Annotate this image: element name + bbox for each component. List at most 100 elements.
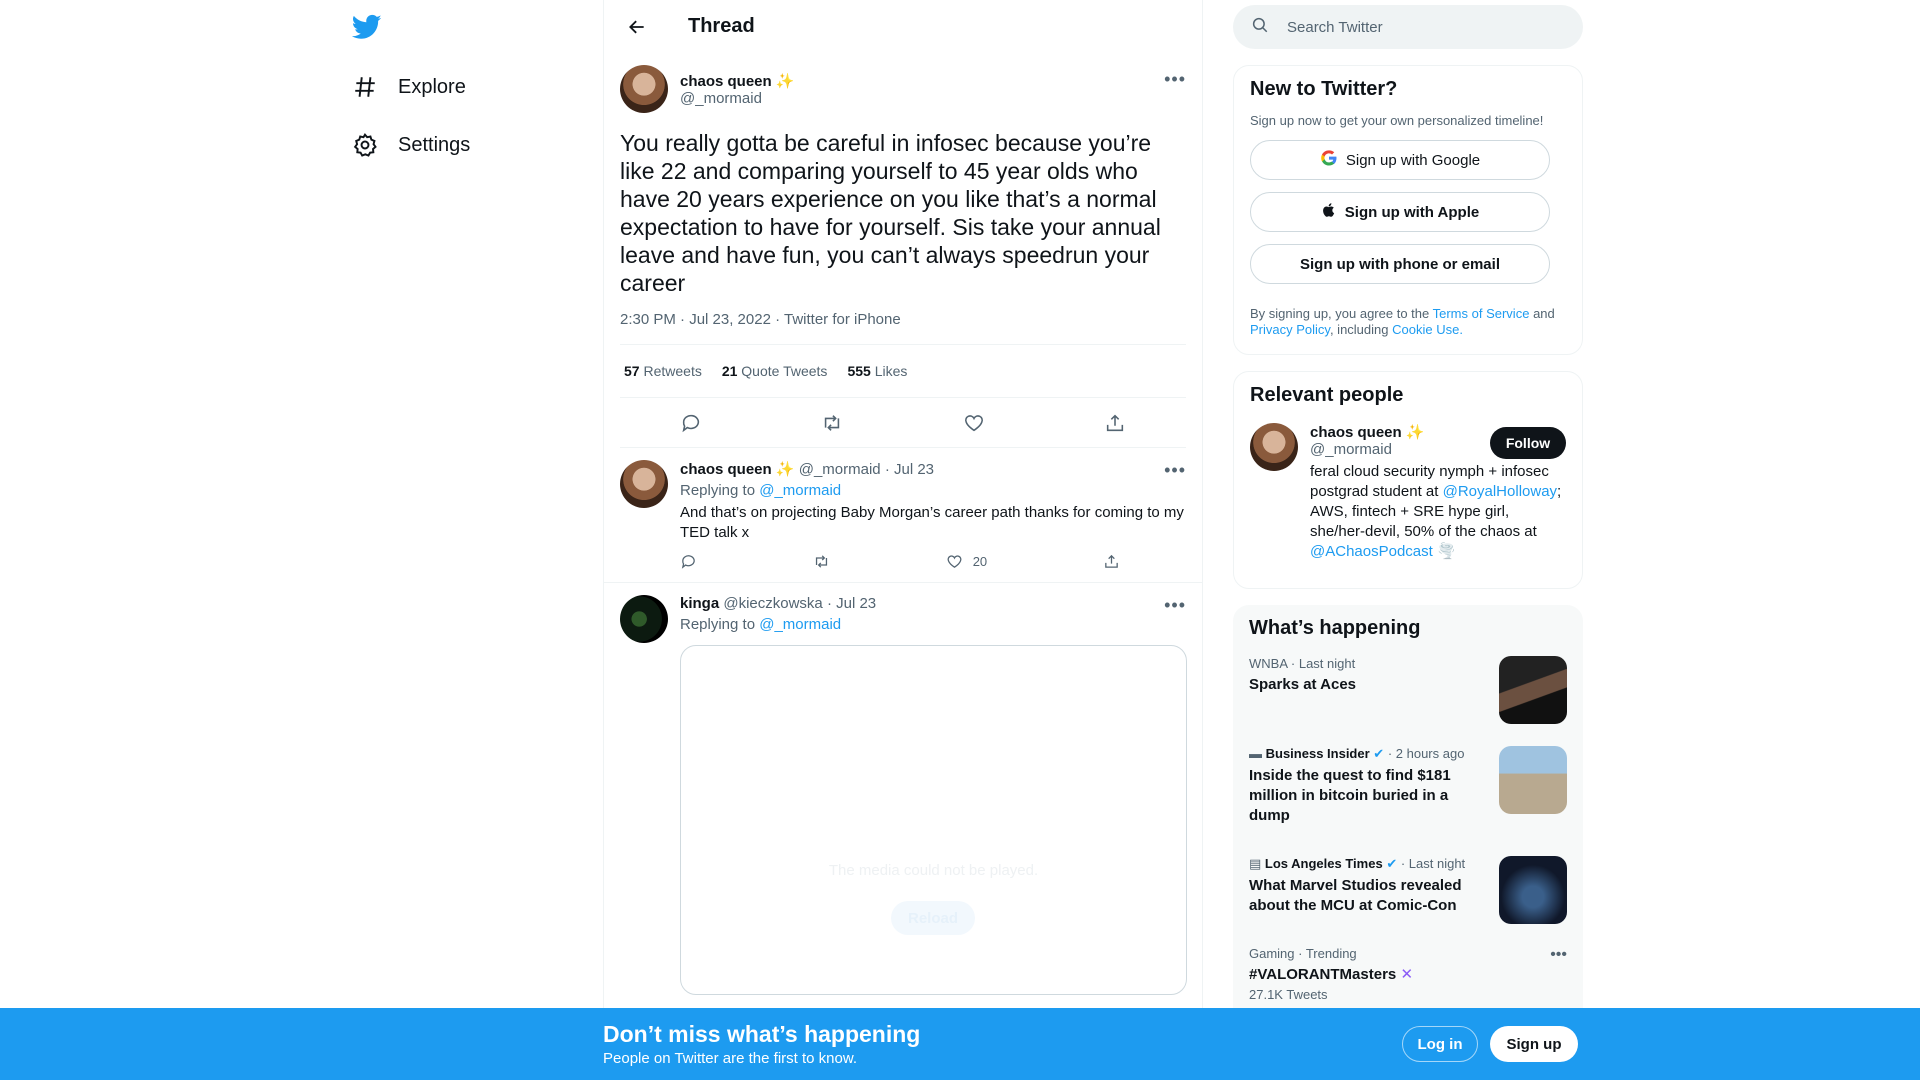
- trend-item[interactable]: ▤ Los Angeles Times ✔ · Last night What …: [1249, 856, 1567, 946]
- card-title: New to Twitter?: [1250, 78, 1398, 100]
- avatar[interactable]: [1250, 423, 1298, 471]
- share-icon[interactable]: [1103, 553, 1120, 570]
- apple-icon: [1321, 201, 1337, 223]
- like-icon[interactable]: [954, 403, 994, 443]
- trend-thumbnail: [1499, 746, 1567, 814]
- signup-google-label: Sign up with Google: [1345, 151, 1481, 169]
- person-name[interactable]: chaos queen: [1310, 424, 1402, 441]
- reply-tweet[interactable]: kinga @kieczkowska · Jul 23 Replying to …: [604, 583, 1202, 1007]
- person-bio: feral cloud security nymph + infosec pos…: [1310, 463, 1562, 560]
- reply-icon[interactable]: [671, 403, 711, 443]
- sparkles-icon: ✨: [775, 461, 795, 478]
- quotes-stat[interactable]: 21 Quote Tweets: [722, 363, 828, 379]
- login-button[interactable]: Log in: [1402, 1026, 1478, 1062]
- bottom-signup-bar: Don’t miss what’s happening People on Tw…: [0, 1008, 1920, 1080]
- replying-to-link[interactable]: @_mormaid: [759, 616, 841, 633]
- trend-item[interactable]: ▬ Business Insider ✔ · 2 hours ago Insid…: [1249, 746, 1567, 856]
- search-bar[interactable]: [1233, 5, 1583, 49]
- signup-apple-label: Sign up with Apple: [1344, 203, 1480, 221]
- reply-author-handle[interactable]: @_mormaid: [799, 461, 881, 478]
- nav-settings[interactable]: Settings: [352, 120, 470, 170]
- back-arrow-icon[interactable]: [620, 10, 654, 44]
- signup-phone-label: Sign up with phone or email: [1299, 255, 1500, 273]
- avatar[interactable]: [620, 595, 668, 643]
- like-count: 20: [972, 554, 988, 569]
- twitter-logo-icon[interactable]: [351, 12, 382, 42]
- bio-link[interactable]: @RoyalHolloway: [1443, 483, 1557, 500]
- reload-button[interactable]: Reload: [891, 901, 975, 935]
- terms-text: By signing up, you agree to the Terms of…: [1250, 306, 1555, 337]
- more-options-icon[interactable]: •••: [1164, 69, 1186, 90]
- reply-icon[interactable]: [680, 553, 697, 570]
- google-icon: [1320, 149, 1338, 171]
- reply-author-handle[interactable]: @kieczkowska: [723, 595, 822, 612]
- relevant-people-card: Relevant people chaos queen ✨ @_mormaid …: [1233, 371, 1583, 589]
- trend-thumbnail: [1499, 856, 1567, 924]
- signup-phone-button[interactable]: Sign up with phone or email: [1250, 244, 1550, 284]
- news-logo-icon: ▤: [1249, 856, 1262, 871]
- trend-title: #VALORANTMasters: [1249, 966, 1397, 983]
- more-options-icon[interactable]: •••: [1550, 946, 1567, 964]
- card-subtitle: Sign up now to get your own personalized…: [1250, 113, 1544, 128]
- likes-stat[interactable]: 555 Likes: [847, 363, 907, 379]
- trend-time: · Last night: [1400, 856, 1466, 871]
- share-icon[interactable]: [1095, 403, 1135, 443]
- reply-date[interactable]: · Jul 23: [885, 461, 934, 478]
- author-name[interactable]: chaos queen: [680, 73, 772, 90]
- bio-link[interactable]: @AChaosPodcast: [1310, 543, 1433, 560]
- terms-link[interactable]: Terms of Service: [1433, 306, 1530, 321]
- thread-header: Thread: [604, 0, 1202, 53]
- privacy-link[interactable]: Privacy Policy: [1250, 322, 1330, 337]
- main-tweet: chaos queen ✨ @_mormaid ••• You really g…: [604, 53, 1202, 448]
- more-options-icon[interactable]: •••: [1164, 460, 1186, 481]
- reply-author-name[interactable]: kinga: [680, 595, 719, 612]
- retweets-stat[interactable]: 57 Retweets: [624, 363, 702, 379]
- nav-explore[interactable]: Explore: [352, 62, 466, 112]
- reply-author-name[interactable]: chaos queen: [680, 461, 772, 478]
- reply-tweet[interactable]: chaos queen ✨ @_mormaid · Jul 23 Replyin…: [604, 448, 1202, 583]
- sparkles-icon: ✨: [1405, 424, 1425, 441]
- page-title: Thread: [688, 15, 755, 37]
- media-error-message: The media could not be played.: [828, 862, 1039, 879]
- like-icon[interactable]: 20: [946, 553, 987, 570]
- reply-actions: 20: [680, 553, 1120, 570]
- follow-button[interactable]: Follow: [1490, 427, 1566, 459]
- replying-label: Replying to: [680, 482, 756, 499]
- hashtag-icon: [352, 74, 378, 100]
- trend-time: · 2 hours ago: [1387, 746, 1465, 761]
- trend-source: Business Insider: [1265, 746, 1370, 761]
- card-title: Relevant people: [1250, 384, 1404, 406]
- signup-button[interactable]: Sign up: [1490, 1026, 1578, 1062]
- nav-explore-label: Explore: [398, 75, 466, 98]
- tweet-text: You really gotta be careful in infosec b…: [620, 130, 1161, 296]
- replying-to-link[interactable]: @_mormaid: [759, 482, 841, 499]
- sparkles-icon: ✨: [775, 72, 795, 90]
- trend-title: What Marvel Studios revealed about the M…: [1249, 877, 1462, 914]
- tweet-timestamp[interactable]: 2:30 PM · Jul 23, 2022 · Twitter for iPh…: [620, 311, 1186, 345]
- media-player[interactable]: The media could not be played. Reload: [680, 645, 1187, 995]
- reply-text: And that’s on projecting Baby Morgan’s c…: [680, 504, 1184, 541]
- signup-apple-button[interactable]: Sign up with Apple: [1250, 192, 1550, 232]
- retweet-icon[interactable]: [812, 403, 852, 443]
- tornado-icon: 🌪️: [1436, 543, 1456, 560]
- trend-category: Gaming · Trending: [1249, 946, 1357, 961]
- gear-icon: [352, 132, 378, 158]
- bottom-bar-title: Don’t miss what’s happening: [603, 1021, 921, 1047]
- avatar[interactable]: [620, 65, 668, 113]
- trend-item[interactable]: WNBA · Last night Sparks at Aces: [1249, 656, 1567, 746]
- search-icon: [1251, 16, 1269, 39]
- whats-happening-card: What’s happening WNBA · Last night Spark…: [1233, 605, 1583, 1035]
- card-title: What’s happening: [1249, 617, 1421, 639]
- tweet-stats: 57 Retweets 21 Quote Tweets 555 Likes: [620, 345, 1186, 398]
- relevant-person[interactable]: chaos queen ✨ @_mormaid feral cloud secu…: [1250, 423, 1566, 562]
- avatar[interactable]: [620, 460, 668, 508]
- new-to-twitter-card: New to Twitter? Sign up now to get your …: [1233, 65, 1583, 355]
- more-options-icon[interactable]: •••: [1164, 595, 1186, 616]
- trend-count: 27.1K Tweets: [1249, 987, 1328, 1002]
- author-handle[interactable]: @_mormaid: [680, 90, 795, 107]
- cookie-link[interactable]: Cookie Use.: [1392, 322, 1463, 337]
- reply-date[interactable]: · Jul 23: [827, 595, 876, 612]
- signup-google-button[interactable]: Sign up with Google: [1250, 140, 1550, 180]
- search-input[interactable]: [1287, 18, 1547, 36]
- retweet-icon[interactable]: [813, 553, 830, 570]
